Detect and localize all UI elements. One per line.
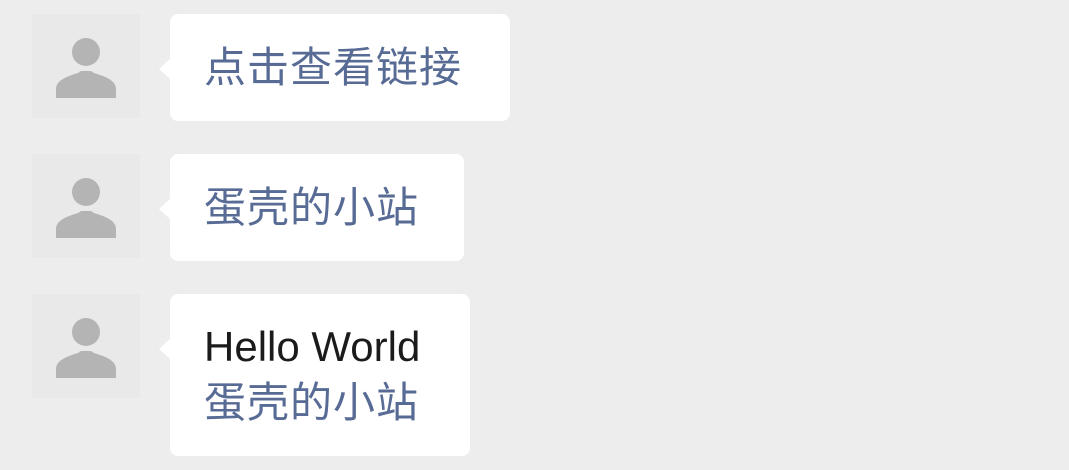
message-link[interactable]: 点击查看链接: [204, 40, 476, 96]
message-bubble[interactable]: Hello World 蛋壳的小站: [159, 294, 470, 456]
default-user-icon: [56, 178, 116, 238]
message-text: Hello World: [204, 323, 421, 370]
message-bubble[interactable]: 蛋壳的小站: [159, 154, 464, 261]
default-user-icon: [56, 38, 116, 98]
message-link[interactable]: 蛋壳的小站: [204, 375, 436, 431]
avatar[interactable]: [32, 294, 140, 398]
message-link[interactable]: 蛋壳的小站: [204, 180, 430, 236]
message-bubble[interactable]: 点击查看链接: [159, 14, 510, 121]
avatar[interactable]: [32, 154, 140, 258]
default-user-icon: [56, 318, 116, 378]
avatar[interactable]: [32, 14, 140, 118]
